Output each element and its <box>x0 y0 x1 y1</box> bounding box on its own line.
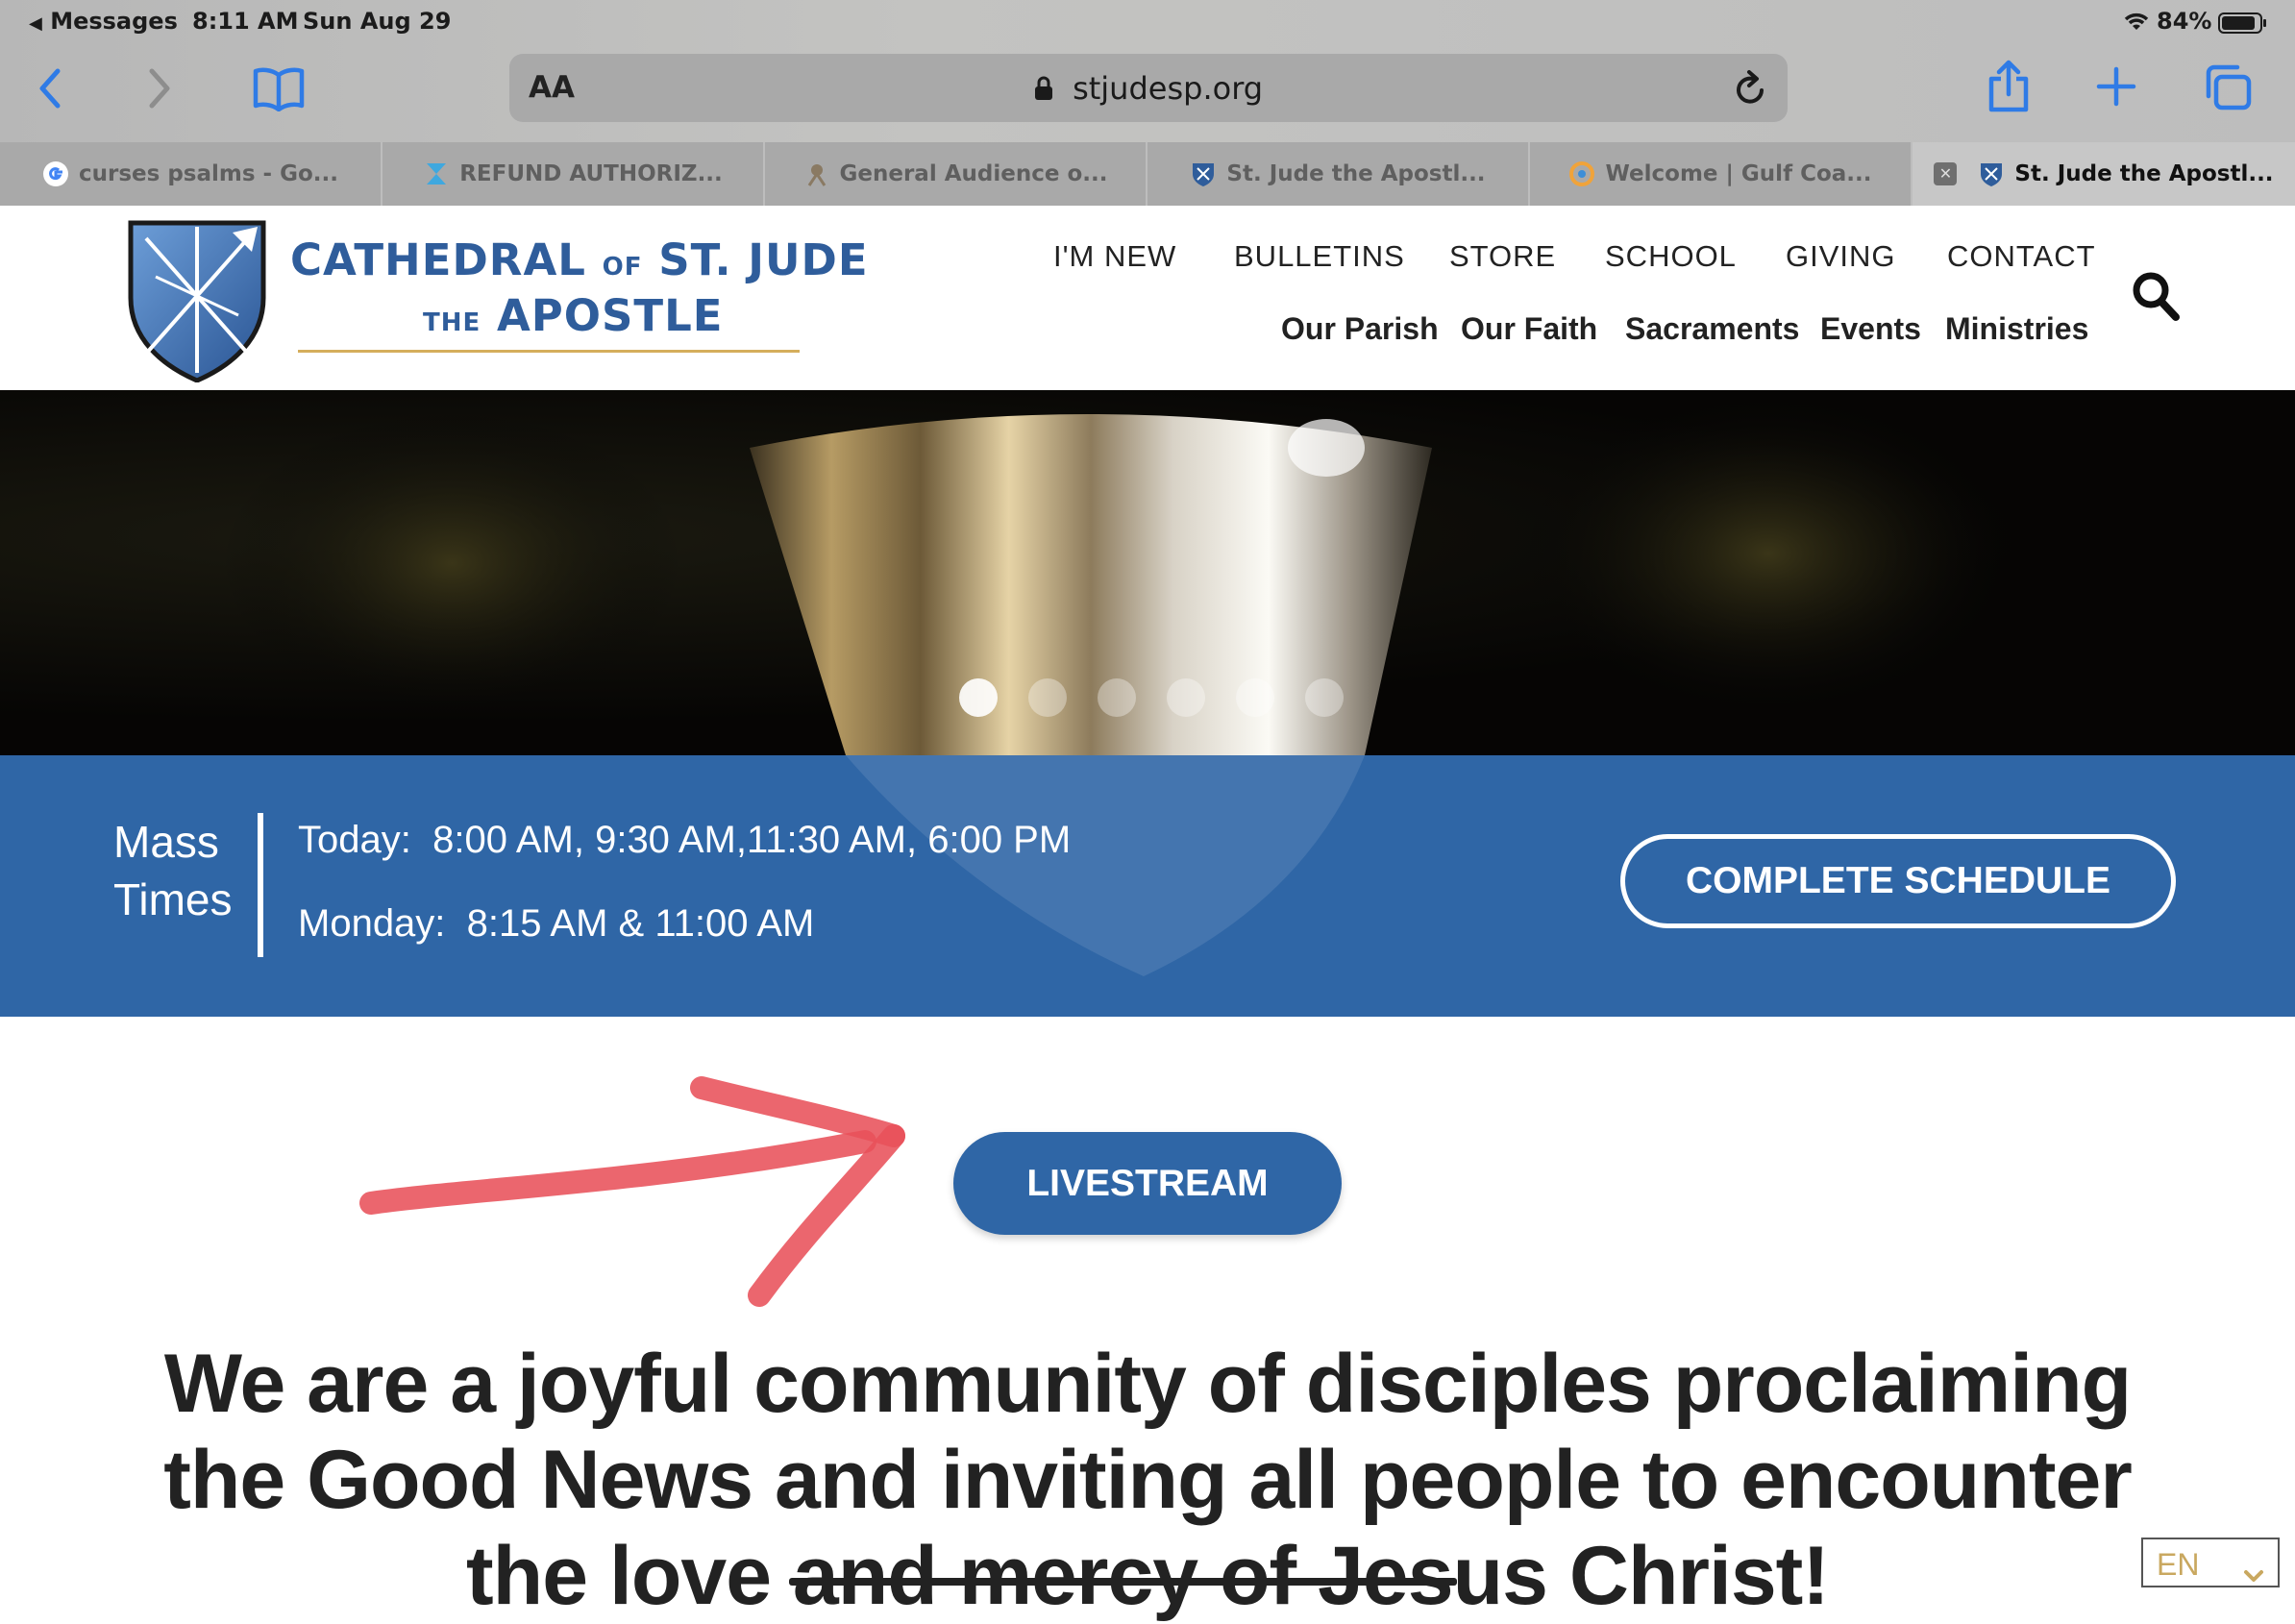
mass-monday-line: Monday: 8:15 AM & 11:00 AM <box>298 902 815 945</box>
site-header: CATHEDRAL OF ST. JUDE THE APOSTLE I'M NE… <box>0 206 2295 390</box>
browser-tab[interactable]: St. Jude the Apostl... <box>1148 142 1530 206</box>
browser-tab[interactable]: Welcome | Gulf Coa... <box>1530 142 1912 206</box>
nav-sacraments[interactable]: Sacraments <box>1625 311 1799 347</box>
status-date: Sun Aug 29 <box>303 8 452 35</box>
complete-schedule-button[interactable]: COMPLETE SCHEDULE <box>1620 834 2176 928</box>
hourglass-favicon-icon <box>423 160 450 187</box>
chalice-image <box>221 390 2018 755</box>
hero-slider <box>0 390 2295 755</box>
share-icon[interactable] <box>1986 60 2032 113</box>
back-to-app[interactable]: ◀ Messages <box>29 8 178 35</box>
slide-dot[interactable] <box>1098 678 1136 717</box>
wifi-icon <box>2122 11 2151 36</box>
new-tab-icon[interactable] <box>2095 65 2137 108</box>
logo-title-line2[interactable]: THE APOSTLE <box>423 290 724 341</box>
back-icon[interactable] <box>35 65 63 111</box>
language-select[interactable]: EN <box>2141 1538 2280 1587</box>
logo-title-line1[interactable]: CATHEDRAL OF ST. JUDE <box>290 234 869 285</box>
nav-ministries[interactable]: Ministries <box>1945 311 2088 347</box>
nav-giving[interactable]: GIVING <box>1786 239 1896 274</box>
slide-dot[interactable] <box>1236 678 1274 717</box>
forward-icon[interactable] <box>146 65 175 111</box>
battery-icon <box>2218 12 2268 38</box>
nav-bulletins[interactable]: BULLETINS <box>1234 239 1405 274</box>
nav-events[interactable]: Events <box>1820 311 1921 347</box>
mass-divider <box>258 813 263 957</box>
reload-icon[interactable] <box>1732 69 1768 111</box>
slide-dot[interactable] <box>1305 678 1344 717</box>
gulf-coast-favicon-icon <box>1568 160 1595 187</box>
cathedral-shield-logo-icon[interactable] <box>127 219 267 386</box>
browser-tab[interactable]: curses psalms - Go... <box>0 142 382 206</box>
browser-tab[interactable]: REFUND AUTHORIZ... <box>382 142 765 206</box>
mission-statement: We are a joyful community of disciples p… <box>163 1338 2133 1622</box>
mass-times-band: Mass Times Today: 8:00 AM, 9:30 AM,11:30… <box>0 755 2295 1017</box>
google-favicon-icon <box>42 160 69 187</box>
nav-our-faith[interactable]: Our Faith <box>1461 311 1597 347</box>
url-text: stjudesp.org <box>1073 70 1264 107</box>
slide-dot[interactable] <box>1028 678 1067 717</box>
shield-favicon-icon <box>1978 160 2005 187</box>
tabs-overview-icon[interactable] <box>2203 63 2253 111</box>
mass-today-line: Today: 8:00 AM, 9:30 AM,11:30 AM, 6:00 P… <box>298 819 1072 861</box>
bookmarks-icon[interactable] <box>252 65 306 111</box>
struck-text: and mercy of Jes <box>792 1530 1454 1622</box>
browser-tab-active[interactable]: ✕ St. Jude the Apostl... <box>1912 142 2295 206</box>
slide-dot[interactable] <box>959 678 998 717</box>
address-bar[interactable]: AA stjudesp.org <box>509 54 1788 122</box>
chevron-down-icon <box>2243 1555 2264 1590</box>
back-triangle-icon: ◀ <box>29 13 42 34</box>
tab-strip: curses psalms - Go... REFUND AUTHORIZ...… <box>0 142 2295 206</box>
mass-times-label: Mass Times <box>113 817 233 924</box>
slide-dot[interactable] <box>1167 678 1205 717</box>
nav-store[interactable]: STORE <box>1449 239 1556 274</box>
nav-im-new[interactable]: I'M NEW <box>1053 239 1176 274</box>
nav-school[interactable]: SCHOOL <box>1605 239 1737 274</box>
battery-percent: 84% <box>2157 8 2212 35</box>
livestream-button[interactable]: LIVESTREAM <box>953 1132 1342 1235</box>
nav-our-parish[interactable]: Our Parish <box>1281 311 1439 347</box>
red-arrow-annotation-icon <box>359 1076 905 1307</box>
papal-seal-favicon-icon <box>803 160 830 187</box>
close-tab-icon[interactable]: ✕ <box>1934 162 1958 185</box>
status-time: 8:11 AM <box>192 8 299 35</box>
shield-favicon-icon <box>1190 160 1217 187</box>
browser-tab[interactable]: General Audience o... <box>765 142 1148 206</box>
nav-contact[interactable]: CONTACT <box>1947 239 2096 274</box>
logo-underline <box>298 350 800 353</box>
search-icon[interactable] <box>2130 269 2182 327</box>
lock-icon <box>1034 72 1063 109</box>
